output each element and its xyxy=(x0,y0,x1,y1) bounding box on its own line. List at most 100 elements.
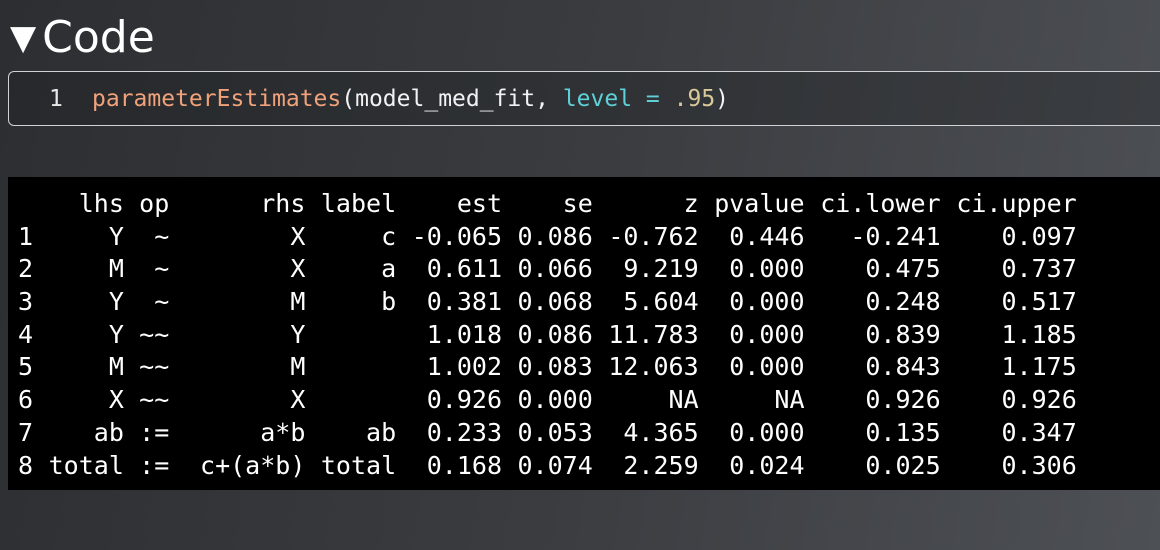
rhs-cell: M xyxy=(290,352,306,382)
triangle-down-icon: ▼ xyxy=(10,18,37,58)
lhs-cell: X xyxy=(108,385,124,415)
table-row: 3 Y ~ Mb 0.381 0.068 5.604 0.000 0.248 0.517 xyxy=(18,286,1092,319)
op-cell: := xyxy=(139,417,170,447)
est-cell: 0.611 xyxy=(426,254,502,284)
lhs-cell: Y xyxy=(108,319,124,349)
lhs-cell: ab xyxy=(93,417,124,447)
table-row: 7 ab:= a*b ab 0.233 0.053 4.365 0.000 0.135 0.347 xyxy=(18,417,1092,450)
se-cell: 0.068 xyxy=(517,287,593,317)
ci-lower-cell: 0.926 xyxy=(865,385,941,415)
z-cell: 5.604 xyxy=(623,287,699,317)
ci-upper-cell: 0.926 xyxy=(1001,385,1077,415)
section-title: Code xyxy=(42,12,155,63)
ci-upper-cell: ci.upper xyxy=(956,189,1077,218)
rhs-cell: a*b xyxy=(260,417,306,447)
row-index-cell: 5 xyxy=(18,352,34,382)
ci-upper-cell: 0.097 xyxy=(1001,221,1077,251)
pvalue-cell: 0.000 xyxy=(729,417,805,447)
label-cell xyxy=(321,384,397,417)
ci-lower-cell: 0.025 xyxy=(865,450,941,480)
table-row: 8 total := c+(a*b) total 0.168 0.074 2.259 0.024… xyxy=(18,450,1092,483)
label-cell: label xyxy=(320,189,397,218)
header-row: lhs op rhs label est se z pvalue ci.lower ci.uppe… xyxy=(18,188,1092,221)
rhs-cell: Y xyxy=(290,319,306,349)
se-cell: 0.053 xyxy=(517,417,593,447)
table-row: 2 M ~ Xa 0.611 0.066 9.219 0.000 0.475 0.737 xyxy=(18,253,1092,286)
est-cell: 0.926 xyxy=(426,385,502,415)
z-cell: z xyxy=(683,189,699,218)
ci-lower-cell: ci.lower xyxy=(820,189,941,218)
code-block: 1 parameterEstimates(model_med_fit, leve… xyxy=(8,71,1160,126)
z-cell: 11.783 xyxy=(608,319,699,349)
est-cell: 0.233 xyxy=(426,417,502,447)
parameter-value: .95 xyxy=(673,86,716,112)
se-cell: 0.074 xyxy=(517,450,593,480)
label-cell: b xyxy=(381,287,397,317)
op-cell: := xyxy=(139,450,170,480)
se-cell: 0.086 xyxy=(517,319,593,349)
row-index-cell: 2 xyxy=(18,254,34,284)
output-table: lhs op rhs label est se z pvalue ci.lower ci.uppe… xyxy=(18,188,1092,482)
line-number: 1 xyxy=(49,86,63,112)
lhs-cell: lhs xyxy=(78,189,124,218)
se-cell: 0.066 xyxy=(517,254,593,284)
pvalue-cell: NA xyxy=(774,385,805,415)
ci-upper-cell: 0.737 xyxy=(1001,254,1077,284)
est-cell: 1.018 xyxy=(426,319,502,349)
code-fold-toggle[interactable]: ▼ Code xyxy=(10,10,155,66)
z-cell: 12.063 xyxy=(608,352,699,382)
pvalue-cell: 0.000 xyxy=(729,319,805,349)
row-index-cell: 1 xyxy=(18,221,34,251)
se-cell: 0.086 xyxy=(517,221,593,251)
se-cell: 0.000 xyxy=(517,385,593,415)
label-cell: total xyxy=(320,450,397,480)
rhs-cell: X xyxy=(290,221,306,251)
row-index-cell: 8 xyxy=(18,450,34,480)
z-cell: -0.762 xyxy=(608,221,699,251)
table-row: 5 M ~~ M 1.002 0.083 12.063 0.000 0.843 1.175 xyxy=(18,351,1092,384)
z-cell: 4.365 xyxy=(623,417,699,447)
rhs-cell: c+(a*b) xyxy=(200,450,306,480)
est-cell: 1.002 xyxy=(426,352,502,382)
ci-upper-cell: 0.306 xyxy=(1001,450,1077,480)
label-cell: ab xyxy=(366,417,397,447)
est-cell: 0.168 xyxy=(426,450,502,480)
lhs-cell: Y xyxy=(108,287,124,317)
pvalue-cell: 0.024 xyxy=(729,450,805,480)
pvalue-cell: 0.000 xyxy=(729,287,805,317)
label-cell xyxy=(321,319,397,352)
ci-lower-cell: 0.135 xyxy=(865,417,941,447)
lhs-cell: total xyxy=(48,450,124,480)
function-name: parameterEstimates xyxy=(92,86,342,112)
ci-upper-cell: 1.175 xyxy=(1001,352,1077,382)
table-row: 1 Y ~ Xc -0.065 0.086 -0.762 0.446 -0.241 0.097 xyxy=(18,221,1092,254)
ci-lower-cell: 0.843 xyxy=(865,352,941,382)
row-index-cell: 4 xyxy=(18,319,34,349)
pvalue-cell: 0.000 xyxy=(729,254,805,284)
op-cell: ~ xyxy=(154,287,170,317)
op-cell: ~ xyxy=(154,254,170,284)
paren-close: ) xyxy=(715,86,730,112)
z-cell: NA xyxy=(668,385,699,415)
ci-upper-cell: 0.517 xyxy=(1001,287,1077,317)
z-cell: 2.259 xyxy=(623,450,699,480)
pvalue-cell: 0.000 xyxy=(729,352,805,382)
op-cell: ~ xyxy=(154,221,170,251)
ci-lower-cell: 0.475 xyxy=(865,254,941,284)
row-index-cell: 7 xyxy=(18,417,34,447)
lhs-cell: M xyxy=(108,352,124,382)
se-cell: 0.083 xyxy=(517,352,593,382)
op-cell: ~~ xyxy=(139,352,170,382)
equals: = xyxy=(632,86,674,112)
row-index-cell: 3 xyxy=(18,287,34,317)
lhs-cell: Y xyxy=(108,221,124,251)
code-line: parameterEstimates(model_med_fit, level … xyxy=(92,72,729,127)
ci-lower-cell: 0.248 xyxy=(865,287,941,317)
table-row: 4 Y ~~ Y 1.018 0.086 11.783 0.000 0.839 1.185 xyxy=(18,319,1092,352)
label-cell xyxy=(321,351,397,384)
table-row: 6 X ~~ X 0.926 0.000 NA NA 0.926 0.926 xyxy=(18,384,1092,417)
pvalue-cell: 0.446 xyxy=(729,221,805,251)
label-cell: a xyxy=(381,254,397,284)
op-cell: ~~ xyxy=(139,319,170,349)
est-cell: 0.381 xyxy=(426,287,502,317)
